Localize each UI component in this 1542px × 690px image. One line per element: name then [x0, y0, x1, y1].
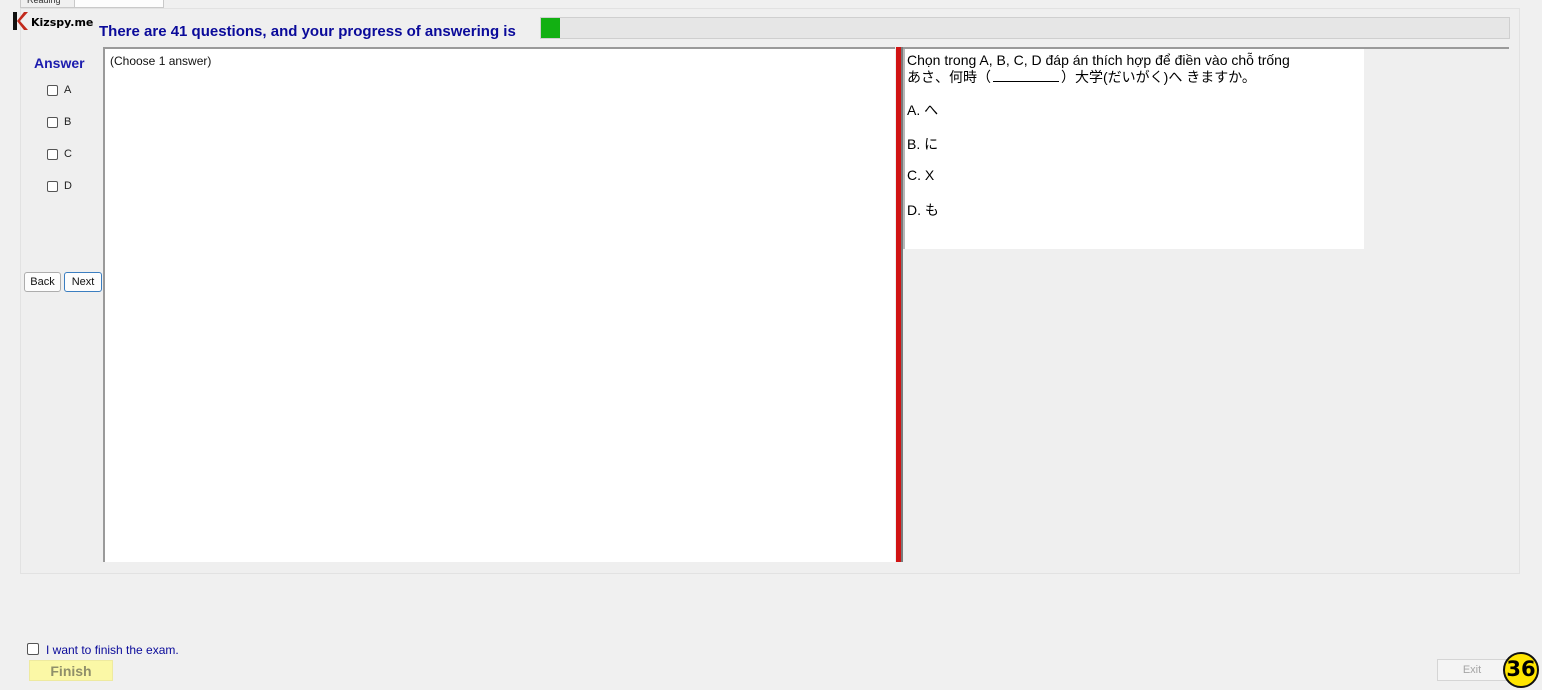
timer-badge: 36	[1503, 652, 1539, 688]
tab-second[interactable]	[74, 0, 164, 8]
question-choice-a: A. へ	[907, 102, 939, 118]
tab-strip: Reading	[0, 0, 170, 8]
back-button[interactable]: Back	[24, 272, 61, 292]
finish-exam-checkbox-row[interactable]: I want to finish the exam.	[27, 640, 179, 657]
finish-button[interactable]: Finish	[29, 660, 113, 681]
answer-option-label: B	[64, 116, 72, 128]
answer-panel[interactable]	[103, 47, 895, 562]
answer-hint: (Choose 1 answer)	[110, 54, 212, 68]
answer-title: Answer	[34, 55, 85, 71]
next-button[interactable]: Next	[64, 272, 102, 292]
tab-reading[interactable]: Reading	[20, 0, 80, 8]
question-blank	[993, 69, 1059, 82]
k-logo-icon	[13, 12, 28, 30]
question-sentence-after: ）大学(だいがく)へ きますか。	[1061, 69, 1256, 85]
answer-option-label: C	[64, 148, 72, 160]
finish-exam-label: I want to finish the exam.	[46, 643, 179, 657]
question-choice-b: B. に	[907, 136, 939, 152]
question-choice-d: D. も	[907, 202, 939, 218]
question-choice-c: C. X	[907, 167, 935, 183]
question-instruction: Chọn trong A, B, C, D đáp án thích hợp đ…	[907, 52, 1290, 68]
answer-option-b[interactable]: B	[47, 116, 71, 128]
exit-button[interactable]: Exit	[1437, 659, 1507, 681]
answer-option-a[interactable]: A	[47, 84, 71, 96]
question-sentence: あさ、何時（ ）大学(だいがく)へ きますか。	[907, 67, 1256, 87]
checkbox-icon[interactable]	[27, 642, 39, 655]
progress-bar	[540, 17, 1510, 39]
progress-bar-fill	[541, 18, 561, 38]
checkbox-icon[interactable]	[47, 180, 58, 192]
checkbox-icon[interactable]	[47, 84, 58, 96]
answer-option-c[interactable]: C	[47, 148, 72, 160]
logo: Kizspy.me	[11, 10, 93, 32]
answer-option-d[interactable]: D	[47, 180, 72, 192]
answer-option-label: D	[64, 180, 72, 192]
checkbox-icon[interactable]	[47, 148, 58, 160]
progress-label: There are 41 questions, and your progres…	[99, 23, 516, 40]
question-sentence-before: あさ、何時（	[907, 69, 991, 85]
logo-text: Kizspy.me	[31, 15, 94, 29]
checkbox-icon[interactable]	[47, 116, 58, 128]
answer-option-label: A	[64, 84, 72, 96]
